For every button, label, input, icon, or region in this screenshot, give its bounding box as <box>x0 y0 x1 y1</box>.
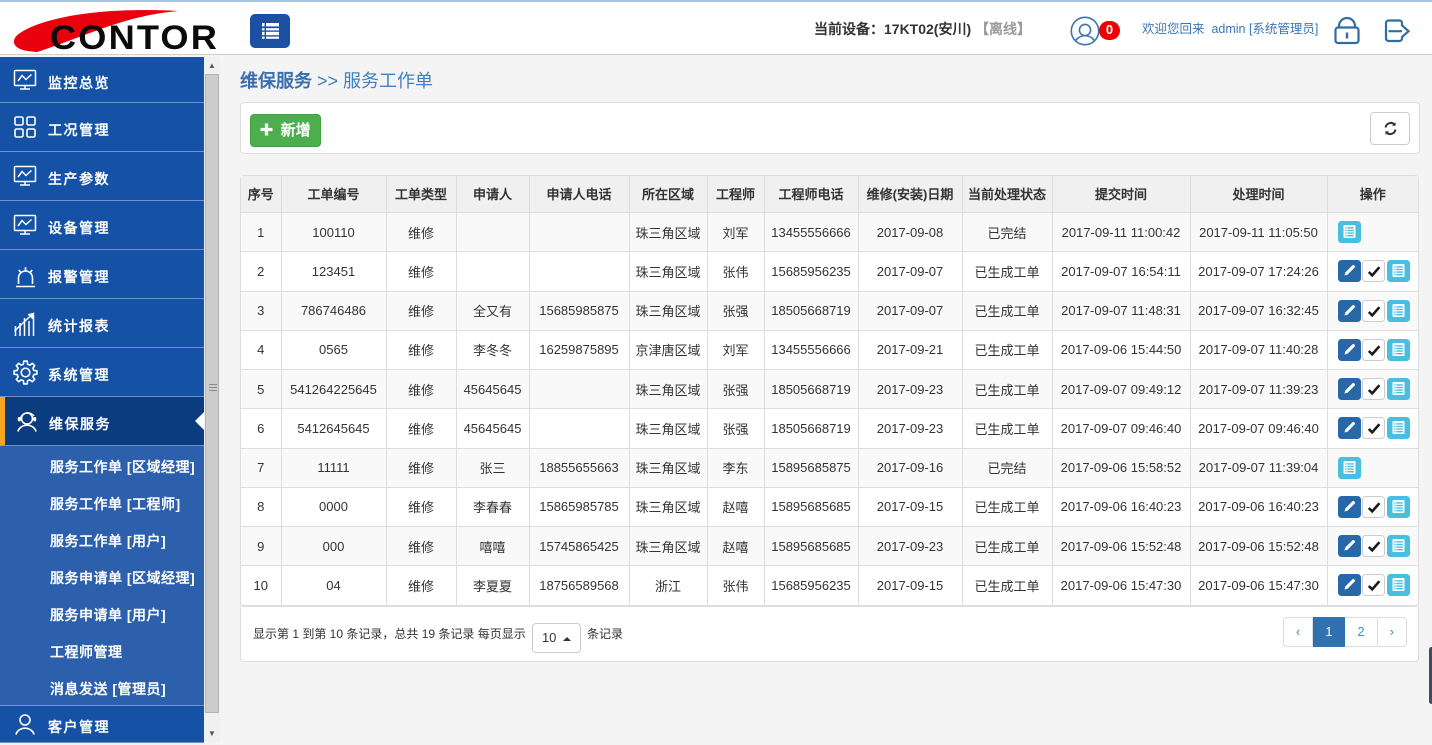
svg-text:CONTOR: CONTOR <box>50 19 219 57</box>
